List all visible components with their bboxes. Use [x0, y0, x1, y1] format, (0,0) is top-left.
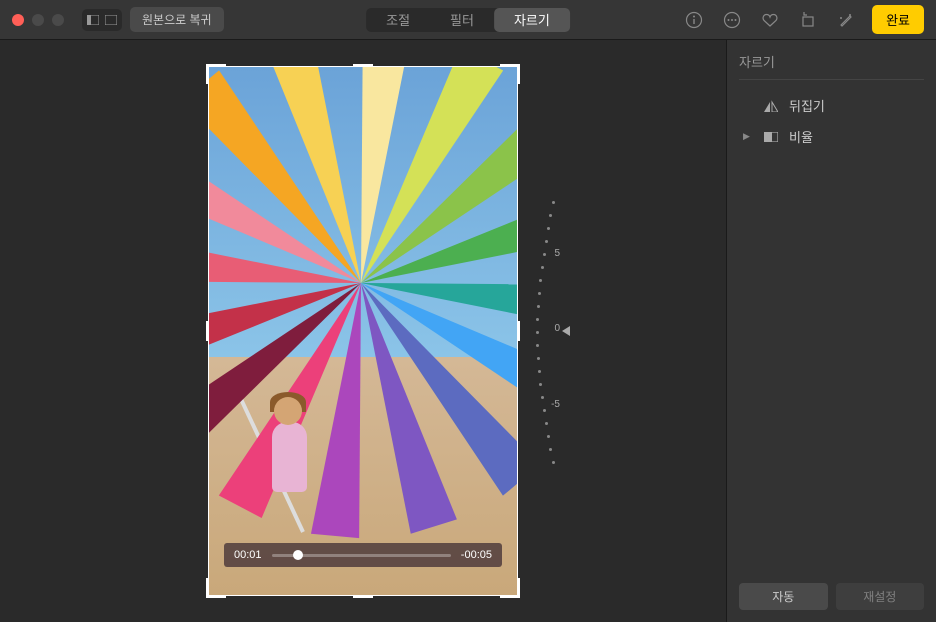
auto-button[interactable]: 자동: [739, 583, 828, 610]
remaining-time-label: -00:05: [461, 549, 492, 561]
sidebar-item-aspect[interactable]: ▶ 비율: [739, 121, 924, 152]
scrubber-track[interactable]: [272, 554, 451, 557]
favorite-icon[interactable]: [758, 8, 782, 32]
dial-tick: [545, 240, 548, 243]
flip-icon: [763, 100, 779, 112]
more-icon[interactable]: [720, 8, 744, 32]
crop-handle-bl[interactable]: [206, 595, 226, 598]
maximize-button[interactable]: [52, 14, 64, 26]
crop-handle-bottom[interactable]: [353, 595, 373, 598]
toolbar-right: 완료: [682, 5, 924, 34]
crop-handle-br[interactable]: [517, 578, 520, 598]
dial-tick: [552, 461, 555, 464]
sidebar-footer: 자동 재설정: [739, 573, 924, 610]
rotation-dial[interactable]: 5 0 -5: [530, 201, 570, 461]
dial-tick: [549, 448, 552, 451]
rotate-icon[interactable]: [796, 8, 820, 32]
crop-handle-bl[interactable]: [206, 578, 209, 598]
photo-umbrella: [208, 99, 518, 469]
tab-filters[interactable]: 필터: [430, 8, 494, 32]
dial-tick: [536, 344, 539, 347]
dial-tick: [543, 409, 546, 412]
crop-handle-left[interactable]: [206, 321, 209, 341]
dial-tick: [547, 227, 550, 230]
dial-tick: [543, 253, 546, 256]
dial-label-pos5: 5: [554, 248, 560, 259]
sidebar-title: 자르기: [739, 52, 924, 80]
crop-handle-tl[interactable]: [206, 64, 226, 67]
dial-label-zero: 0: [554, 323, 560, 334]
dial-tick: [538, 292, 541, 295]
dial-tick: [537, 305, 540, 308]
window-controls: [12, 14, 64, 26]
crop-handle-right[interactable]: [517, 321, 520, 341]
tab-crop[interactable]: 자르기: [494, 8, 570, 32]
crop-handle-top[interactable]: [353, 64, 373, 67]
view-toggle[interactable]: [82, 9, 122, 31]
reset-button[interactable]: 재설정: [836, 583, 925, 610]
photo-person: [264, 392, 334, 532]
sidebar-item-label: 비율: [789, 127, 813, 146]
close-button[interactable]: [12, 14, 24, 26]
enhance-icon[interactable]: [834, 8, 858, 32]
fullview-toggle-icon[interactable]: [102, 11, 120, 29]
video-scrubber[interactable]: 00:01 -00:05: [224, 543, 502, 567]
dial-marker-icon[interactable]: [562, 326, 570, 336]
aspect-icon: [763, 132, 779, 142]
dial-tick: [545, 422, 548, 425]
tab-adjust[interactable]: 조절: [366, 8, 430, 32]
dial-tick: [537, 357, 540, 360]
sidebar-toggle-icon[interactable]: [84, 11, 102, 29]
canvas-area: 00:01 -00:05: [0, 40, 726, 622]
chevron-right-icon: ▶: [743, 131, 753, 142]
dial-label-neg5: -5: [551, 399, 560, 410]
dial-tick: [541, 396, 544, 399]
sidebar-item-flip[interactable]: 뒤집기: [739, 90, 924, 121]
dial-tick: [539, 279, 542, 282]
done-button[interactable]: 완료: [872, 5, 924, 34]
dial-tick: [541, 266, 544, 269]
dial-tick: [549, 214, 552, 217]
app-window: 원본으로 복귀 조절 필터 자르기 완료: [0, 0, 936, 622]
scrubber-thumb[interactable]: [293, 550, 303, 560]
dial-tick: [536, 331, 539, 334]
info-icon[interactable]: [682, 8, 706, 32]
dial-tick: [539, 383, 542, 386]
minimize-button[interactable]: [32, 14, 44, 26]
dial-tick: [552, 201, 555, 204]
dial-tick: [547, 435, 550, 438]
crop-handle-tl[interactable]: [206, 64, 209, 84]
content-area: 00:01 -00:05: [0, 40, 936, 622]
revert-button[interactable]: 원본으로 복귀: [130, 7, 224, 32]
photo-preview: 00:01 -00:05: [208, 66, 518, 596]
dial-tick: [538, 370, 541, 373]
crop-frame[interactable]: 00:01 -00:05: [208, 66, 518, 596]
crop-handle-tr[interactable]: [517, 64, 520, 84]
current-time-label: 00:01: [234, 549, 262, 561]
crop-sidebar: 자르기 뒤집기 ▶ 비율 자동 재설정: [726, 40, 936, 622]
edit-tabs: 조절 필터 자르기: [366, 8, 570, 32]
titlebar: 원본으로 복귀 조절 필터 자르기 완료: [0, 0, 936, 40]
sidebar-item-label: 뒤집기: [789, 96, 825, 115]
dial-tick: [536, 318, 539, 321]
